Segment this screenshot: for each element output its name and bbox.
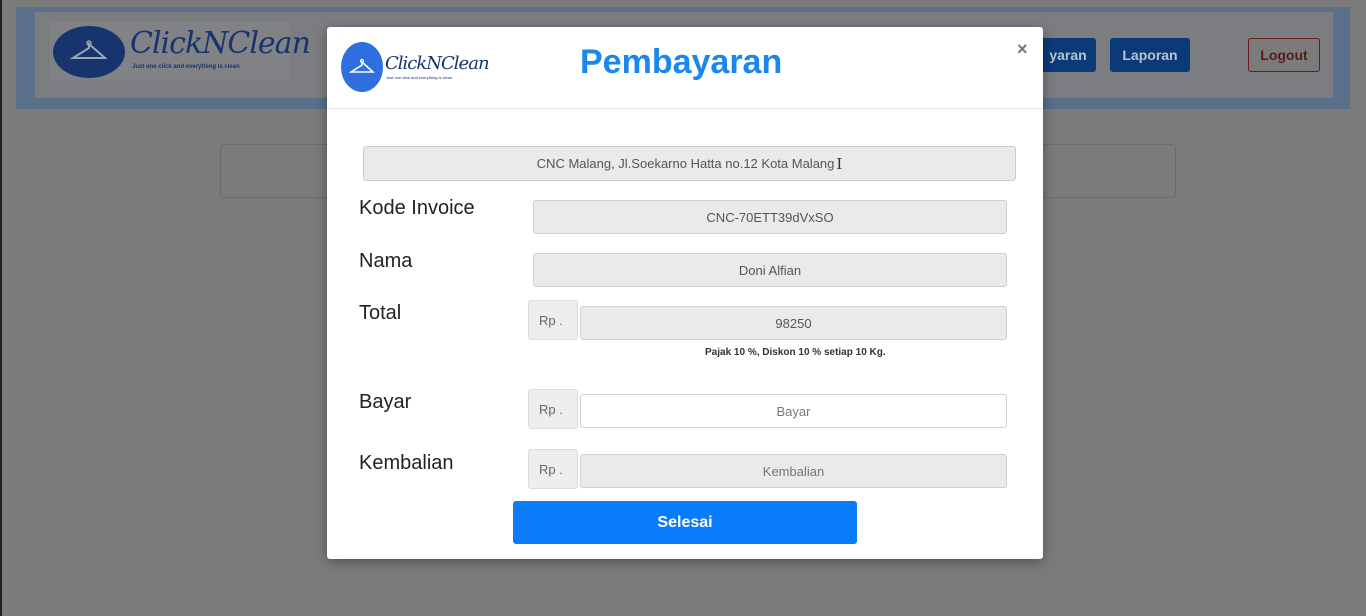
address-text: CNC Malang, Jl.Soekarno Hatta no.12 Kota… [536, 156, 835, 171]
bayar-input[interactable]: Bayar [580, 394, 1007, 428]
window-edge [0, 0, 2, 616]
modal-tagline: Just one click and everything is clean [386, 75, 453, 80]
kembalian-currency-prefix: Rp . [528, 449, 578, 489]
total-label: Total [359, 302, 402, 324]
nav-laporan-button[interactable]: Laporan [1110, 38, 1190, 72]
bayar-label: Bayar [359, 391, 412, 413]
address-field: CNC Malang, Jl.Soekarno Hatta no.12 Kota… [363, 146, 1016, 181]
modal-logo: ClickNClean Just one click and everythin… [339, 39, 490, 95]
hanger-logo-icon [53, 26, 125, 78]
text-cursor-icon: I [836, 154, 843, 173]
navbar-logo[interactable]: ClickNClean Just one click and everythin… [50, 22, 311, 80]
kembalian-field: Kembalian [580, 454, 1007, 488]
modal-brand-text: ClickNClean [385, 53, 490, 74]
bayar-currency-prefix: Rp . [528, 389, 578, 429]
kode-invoice-label: Kode Invoice [359, 197, 475, 219]
modal-title: Pembayaran [580, 43, 783, 81]
nav-pembayaran-button[interactable]: yaran [1040, 38, 1096, 72]
total-field: 98250 [580, 306, 1007, 340]
payment-modal: ClickNClean Just one click and everythin… [327, 27, 1043, 559]
modal-header: ClickNClean Just one click and everythin… [327, 27, 1043, 109]
tax-discount-note: Pajak 10 %, Diskon 10 % setiap 10 Kg. [705, 347, 886, 358]
total-currency-prefix: Rp . [528, 300, 578, 340]
nama-label: Nama [359, 250, 413, 272]
kembalian-label: Kembalian [359, 452, 454, 474]
nama-field: Doni Alfian [533, 253, 1007, 287]
hanger-logo-icon [341, 42, 383, 92]
close-icon[interactable]: × [1017, 39, 1028, 60]
navbar-tagline: Just one click and everything is clean [132, 64, 240, 70]
logout-button[interactable]: Logout [1248, 38, 1320, 72]
kode-invoice-field: CNC-70ETT39dVxSO [533, 200, 1007, 234]
selesai-button[interactable]: Selesai [513, 501, 857, 544]
navbar-brand-text: ClickNClean [130, 26, 311, 61]
